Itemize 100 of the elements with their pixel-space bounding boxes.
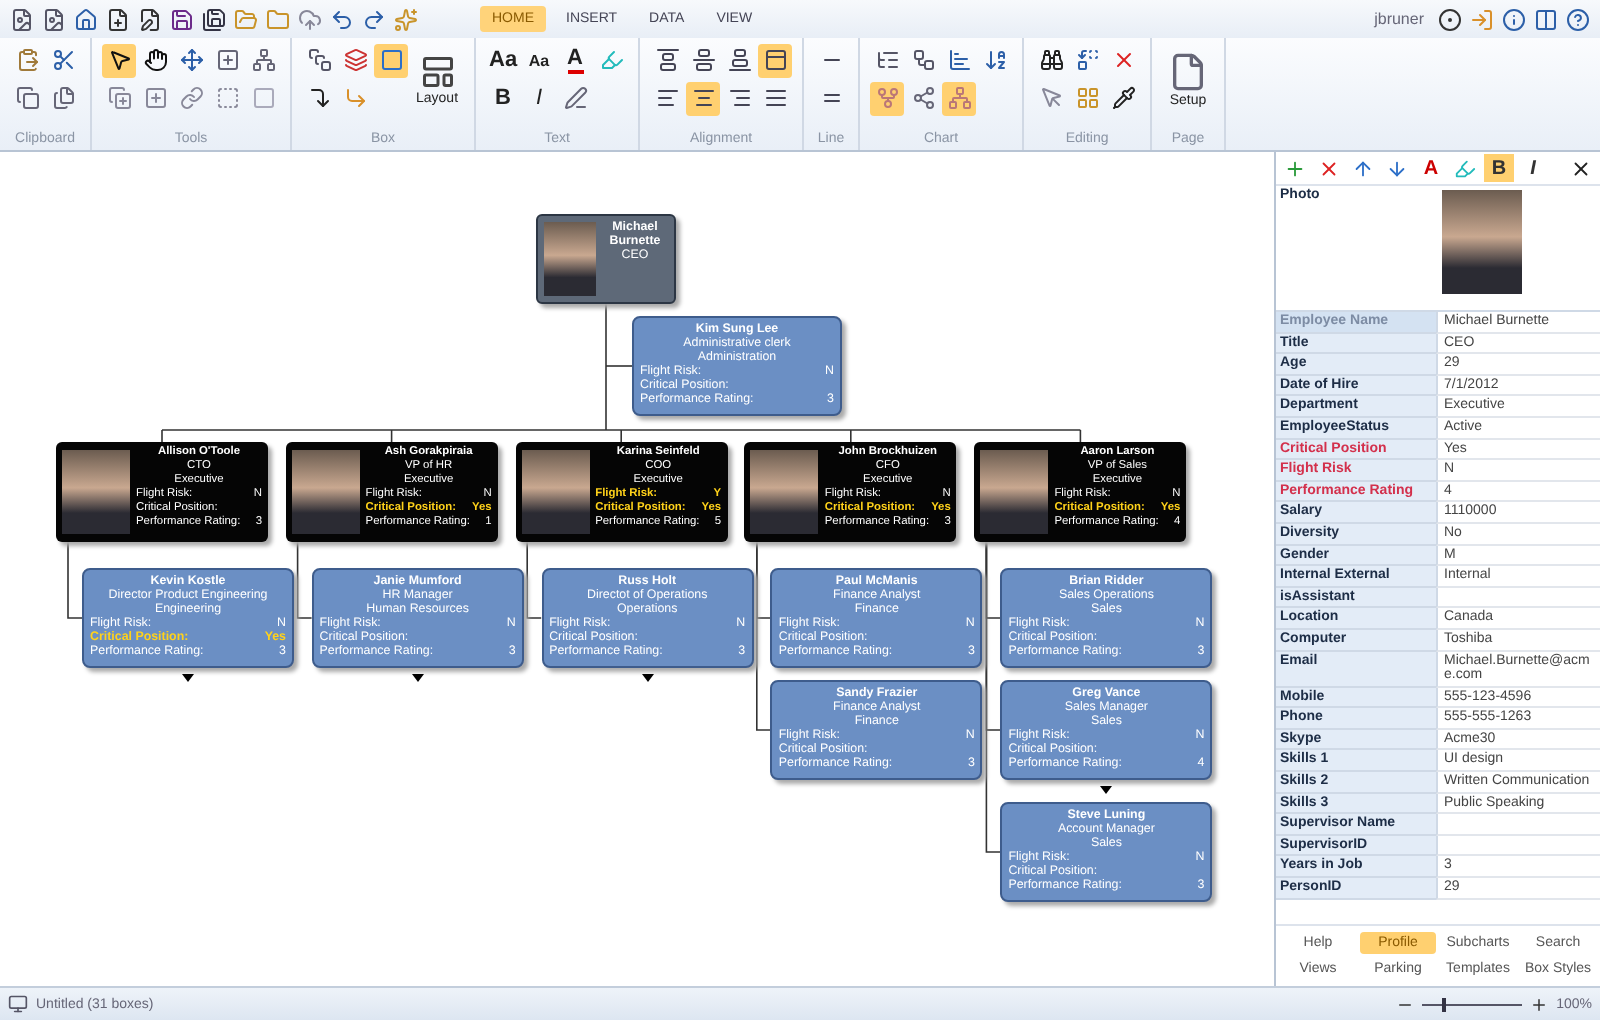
fork-icon bbox=[875, 86, 900, 110]
quick-access-button[interactable] bbox=[104, 5, 132, 33]
text-style-button[interactable]: Aa bbox=[486, 43, 521, 77]
image-file-icon bbox=[10, 7, 34, 31]
paste-icon bbox=[15, 48, 39, 72]
user-name: jbruner bbox=[1374, 10, 1424, 28]
align-center-icon bbox=[691, 86, 716, 110]
help-icon bbox=[1566, 7, 1590, 31]
monitor-icon bbox=[8, 994, 28, 1014]
align-left-icon bbox=[655, 86, 680, 110]
link-icon bbox=[179, 86, 203, 110]
add-copy-icon bbox=[107, 86, 131, 110]
toolbar-button[interactable] bbox=[686, 81, 721, 115]
text-style-button[interactable]: B bbox=[1484, 154, 1514, 182]
header-button[interactable] bbox=[1500, 5, 1528, 33]
collapse-indicator-icon[interactable] bbox=[182, 674, 194, 682]
photo-placeholder bbox=[750, 450, 819, 534]
align-bottom-icon bbox=[727, 48, 752, 72]
box-icon bbox=[251, 86, 275, 110]
quick-access-button[interactable] bbox=[8, 5, 36, 33]
collapse-indicator-icon[interactable] bbox=[1100, 786, 1113, 794]
plus-icon bbox=[1530, 995, 1549, 1013]
quick-access-button[interactable] bbox=[168, 5, 196, 33]
header-button[interactable] bbox=[1564, 5, 1592, 33]
chart-icon bbox=[947, 48, 972, 72]
connector-line bbox=[67, 541, 83, 619]
delete-icon bbox=[1111, 48, 1136, 72]
collapse-indicator-icon[interactable] bbox=[641, 674, 654, 682]
delete-icon bbox=[1318, 157, 1340, 179]
align-right-icon bbox=[727, 86, 752, 110]
text-style-button[interactable]: B bbox=[486, 81, 521, 115]
text-format-icon bbox=[563, 86, 588, 110]
photo-placeholder bbox=[544, 222, 596, 296]
folder-open-icon bbox=[234, 7, 258, 31]
home-icon bbox=[74, 7, 98, 31]
eyedropper-icon bbox=[1111, 86, 1136, 110]
replace-icon bbox=[1075, 48, 1100, 72]
move-up-icon bbox=[1352, 157, 1374, 179]
add-icon bbox=[1284, 157, 1306, 179]
collapse-indicator-icon[interactable] bbox=[411, 674, 424, 682]
photo-placeholder bbox=[980, 450, 1049, 534]
workflow-icon bbox=[911, 48, 936, 72]
quick-access-button[interactable] bbox=[200, 5, 228, 33]
pointer-icon bbox=[1039, 86, 1064, 110]
list-tree-icon bbox=[875, 48, 900, 72]
add-box-icon bbox=[215, 48, 239, 72]
toolbar-button[interactable] bbox=[758, 43, 793, 77]
grid-icon bbox=[1075, 86, 1100, 110]
branch-icon bbox=[911, 86, 936, 110]
sparkle-icon bbox=[394, 7, 418, 31]
quick-access-button[interactable] bbox=[328, 5, 356, 33]
quick-access-button[interactable] bbox=[136, 5, 164, 33]
photo-placeholder bbox=[521, 450, 590, 534]
record-icon bbox=[1438, 7, 1462, 31]
text-style-button[interactable]: I bbox=[1518, 154, 1548, 182]
sort-icon bbox=[983, 48, 1008, 72]
text-style-button[interactable]: I bbox=[522, 81, 557, 115]
folder-icon bbox=[266, 7, 290, 31]
redo-icon bbox=[362, 7, 386, 31]
photo-placeholder bbox=[62, 450, 130, 534]
header-button[interactable] bbox=[1436, 5, 1464, 33]
org-tree-icon bbox=[947, 86, 972, 110]
align-middle-icon bbox=[691, 48, 716, 72]
duplicate-icon bbox=[51, 86, 75, 110]
box-stack-icon bbox=[307, 48, 331, 72]
zoom-in-button[interactable] bbox=[1530, 995, 1549, 1013]
quick-access-button[interactable] bbox=[360, 5, 388, 33]
photo-placeholder bbox=[291, 450, 360, 534]
image-file-icon bbox=[42, 7, 66, 31]
toolbar-button[interactable] bbox=[102, 43, 136, 77]
panel-top-icon bbox=[763, 48, 788, 72]
text-style-button[interactable]: Aa bbox=[522, 43, 557, 77]
save-icon bbox=[170, 7, 194, 31]
page-icon bbox=[1168, 51, 1209, 91]
quick-access-button[interactable] bbox=[40, 5, 68, 33]
header-button[interactable] bbox=[1532, 5, 1560, 33]
cut-icon bbox=[51, 48, 75, 72]
text-style-button[interactable]: A bbox=[1416, 154, 1446, 182]
add-box-icon bbox=[143, 86, 167, 110]
move-down-icon bbox=[1386, 157, 1408, 179]
info-icon bbox=[1502, 7, 1526, 31]
highlighter-icon bbox=[1454, 157, 1476, 179]
layers-icon bbox=[343, 48, 367, 72]
columns-icon bbox=[1534, 7, 1558, 31]
highlighter-icon bbox=[599, 48, 624, 72]
pointer-icon bbox=[107, 48, 131, 72]
undo-icon bbox=[330, 7, 354, 31]
text-style-button[interactable]: A bbox=[558, 43, 593, 77]
hand-icon bbox=[143, 48, 167, 72]
connector-line bbox=[296, 541, 313, 619]
move-icon bbox=[179, 48, 203, 72]
sign-in-icon bbox=[1470, 7, 1494, 31]
zoom-slider-thumb[interactable] bbox=[1442, 997, 1447, 1011]
cloud-upload-icon bbox=[298, 7, 322, 31]
layout-icon bbox=[419, 53, 456, 89]
save-all-icon bbox=[202, 7, 226, 31]
quick-access-button[interactable] bbox=[72, 5, 100, 33]
connector-line bbox=[526, 541, 542, 619]
box-icon bbox=[379, 48, 403, 72]
align-justify-icon bbox=[763, 86, 788, 110]
